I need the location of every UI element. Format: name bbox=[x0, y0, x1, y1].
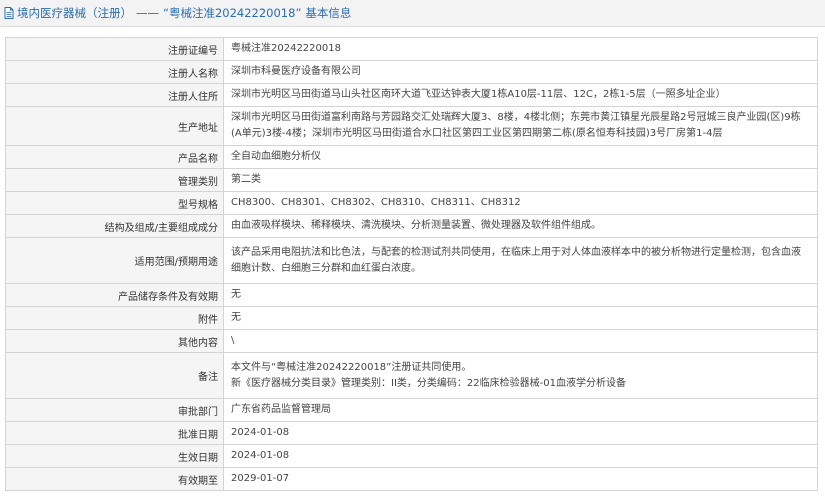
table-row: 附件 无 bbox=[5, 306, 818, 330]
field-label: 有效期至 bbox=[5, 467, 224, 491]
field-label: 管理类别 bbox=[5, 168, 224, 192]
field-value: 无 bbox=[223, 283, 818, 307]
field-value: 粤械注准20242220018 bbox=[223, 37, 818, 61]
field-value: 无 bbox=[223, 306, 818, 330]
field-label: 产品储存条件及有效期 bbox=[5, 283, 224, 307]
field-label: 备注 bbox=[5, 352, 224, 399]
table-row: 产品储存条件及有效期 无 bbox=[5, 283, 818, 307]
table-row: 审批部门 广东省药品监督管理局 bbox=[5, 398, 818, 422]
field-label: 注册人住所 bbox=[5, 83, 224, 107]
field-label: 产品名称 bbox=[5, 145, 224, 169]
field-label: 型号规格 bbox=[5, 191, 224, 215]
field-label: 适用范围/预期用途 bbox=[5, 237, 224, 284]
table-row: 生产地址 深圳市光明区马田街道富利南路与芳园路交汇处瑞辉大厦3、8楼，4楼北侧；… bbox=[5, 106, 818, 146]
field-label: 审批部门 bbox=[5, 398, 224, 422]
field-label: 结构及组成/主要组成成分 bbox=[5, 214, 224, 238]
field-value: 该产品采用电阻抗法和比色法，与配套的检测试剂共同使用，在临床上用于对人体血液样本… bbox=[223, 237, 818, 284]
table-row: 型号规格 CH8300、CH8301、CH8302、CH8310、CH8311、… bbox=[5, 191, 818, 215]
field-value: 深圳市科曼医疗设备有限公司 bbox=[223, 60, 818, 84]
field-label: 批准日期 bbox=[5, 421, 224, 445]
field-value: \ bbox=[223, 329, 818, 353]
breadcrumb-header: 境内医疗器械（注册） —— “粤械注准20242220018” 基本信息 bbox=[0, 0, 825, 27]
table-row: 产品名称 全自动血细胞分析仪 bbox=[5, 145, 818, 169]
field-value: 本文件与“粤械注准20242220018”注册证共同使用。 新《医疗器械分类目录… bbox=[223, 352, 818, 399]
field-value: 全自动血细胞分析仪 bbox=[223, 145, 818, 169]
field-label: 附件 bbox=[5, 306, 224, 330]
table-row: 注册人住所 深圳市光明区马田街道马山头社区南环大道飞亚达钟表大厦1栋A10层-1… bbox=[5, 83, 818, 107]
detail-table: 注册证编号 粤械注准20242220018 注册人名称 深圳市科曼医疗设备有限公… bbox=[5, 37, 818, 491]
table-row: 批准日期 2024-01-08 bbox=[5, 421, 818, 445]
field-value: 第二类 bbox=[223, 168, 818, 192]
field-value: 2029-01-07 bbox=[223, 467, 818, 491]
field-value: 深圳市光明区马田街道马山头社区南环大道飞亚达钟表大厦1栋A10层-11层、12C… bbox=[223, 83, 818, 107]
field-value: 2024-01-08 bbox=[223, 444, 818, 468]
field-label: 注册证编号 bbox=[5, 37, 224, 61]
table-row: 结构及组成/主要组成成分 由血液吸样模块、稀释模块、清洗模块、分析测量装置、微处… bbox=[5, 214, 818, 238]
header-separator: —— bbox=[136, 6, 159, 20]
field-value: 广东省药品监督管理局 bbox=[223, 398, 818, 422]
header-category: 境内医疗器械（注册） bbox=[17, 6, 132, 20]
field-value: 2024-01-08 bbox=[223, 421, 818, 445]
table-row: 备注 本文件与“粤械注准20242220018”注册证共同使用。 新《医疗器械分… bbox=[5, 352, 818, 399]
field-value: 深圳市光明区马田街道富利南路与芳园路交汇处瑞辉大厦3、8楼，4楼北侧；东莞市黄江… bbox=[223, 106, 818, 146]
table-row: 适用范围/预期用途 该产品采用电阻抗法和比色法，与配套的检测试剂共同使用，在临床… bbox=[5, 237, 818, 284]
field-value: CH8300、CH8301、CH8302、CH8310、CH8311、CH831… bbox=[223, 191, 818, 215]
header-suffix: 基本信息 bbox=[305, 6, 352, 20]
table-row: 管理类别 第二类 bbox=[5, 168, 818, 192]
header-registration-number: “粤械注准20242220018” bbox=[163, 6, 302, 20]
field-label: 其他内容 bbox=[5, 329, 224, 353]
field-label: 生产地址 bbox=[5, 106, 224, 146]
field-label: 注册人名称 bbox=[5, 60, 224, 84]
document-icon bbox=[4, 7, 14, 19]
field-label: 生效日期 bbox=[5, 444, 224, 468]
table-row: 注册人名称 深圳市科曼医疗设备有限公司 bbox=[5, 60, 818, 84]
table-row: 生效日期 2024-01-08 bbox=[5, 444, 818, 468]
table-row: 注册证编号 粤械注准20242220018 bbox=[5, 37, 818, 61]
table-row: 有效期至 2029-01-07 bbox=[5, 467, 818, 491]
field-value: 由血液吸样模块、稀释模块、清洗模块、分析测量装置、微处理器及软件组件组成。 bbox=[223, 214, 818, 238]
table-row: 其他内容 \ bbox=[5, 329, 818, 353]
